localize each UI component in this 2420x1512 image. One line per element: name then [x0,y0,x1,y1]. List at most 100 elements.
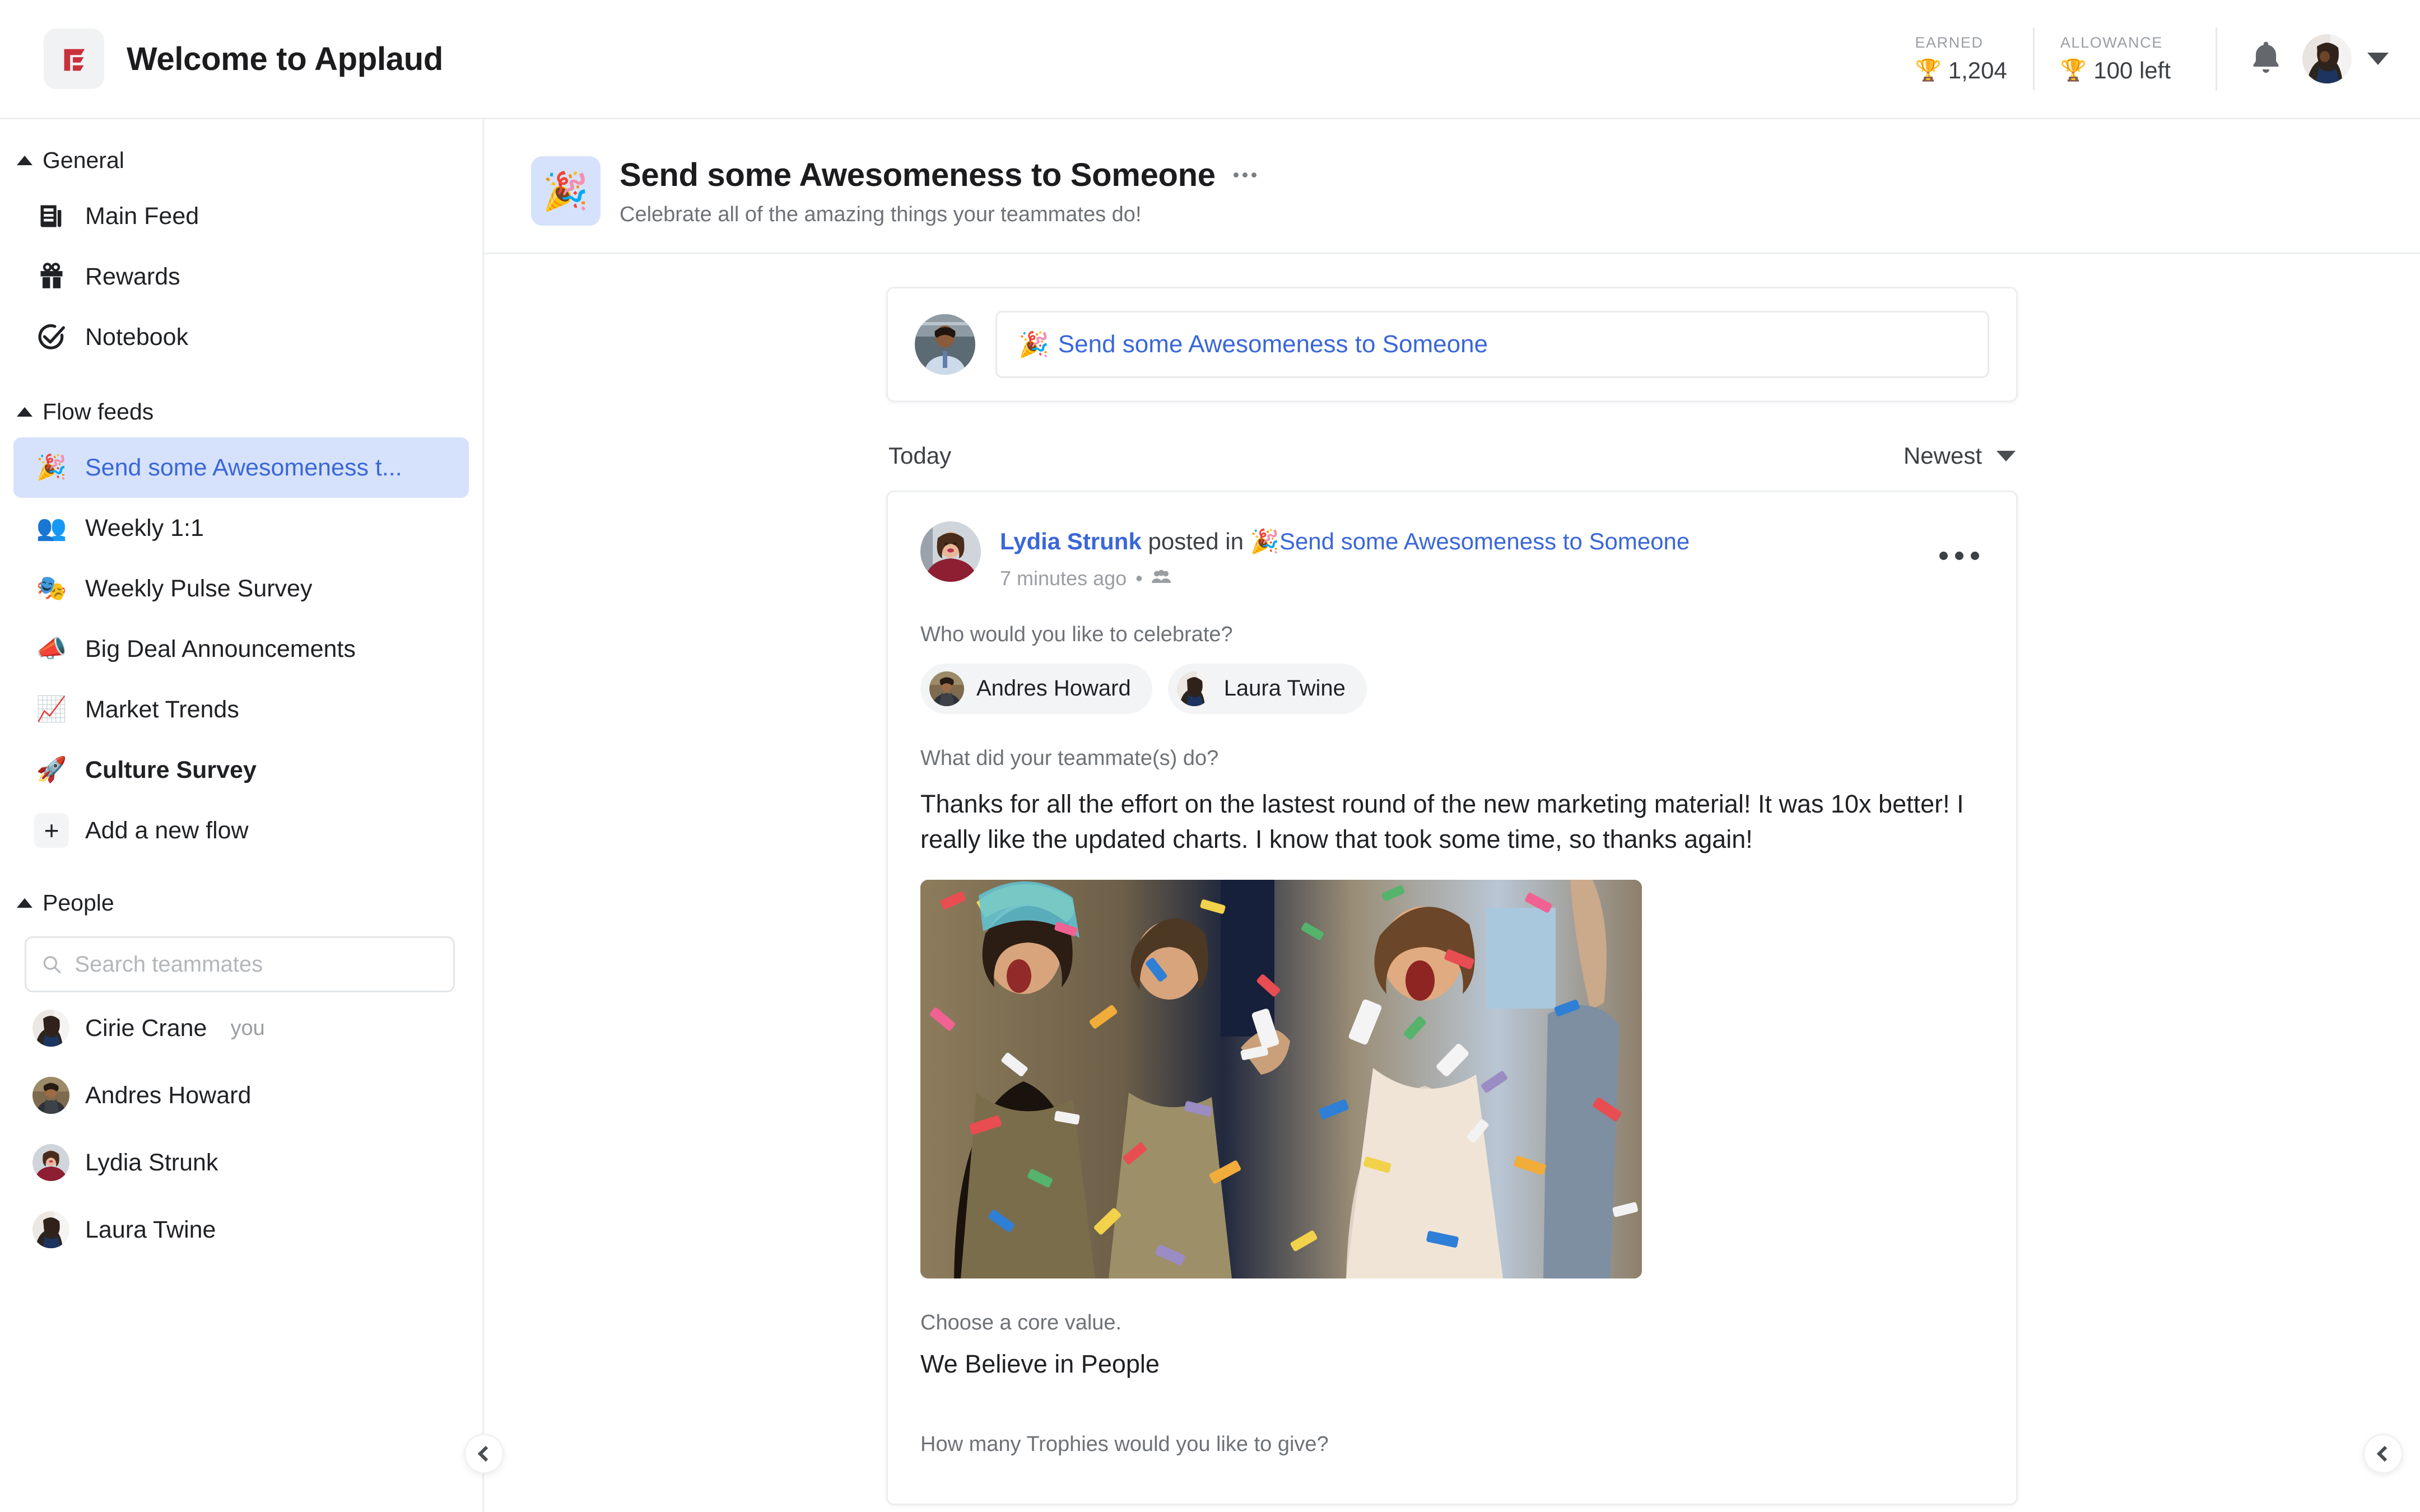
main-content: 🎉 Send some Awesomeness to Someone Celeb… [484,119,2420,1512]
collapse-sidebar-button[interactable] [466,1435,502,1472]
allowance-value-row: 🏆 100 left [2060,57,2171,84]
person-name: Lydia Strunk [85,1149,218,1176]
applaud-logo-glyph [64,49,85,71]
chip-label: Laura Twine [1223,676,1346,701]
sidebar-item-main-feed[interactable]: Main Feed [13,186,469,246]
flow-emoji: 🎉 [36,454,67,481]
avatar [915,314,975,375]
composer-input[interactable]: 🎉 Send some Awesomeness to Someone [995,311,1989,378]
list-item[interactable]: Lydia Strunk [0,1129,482,1196]
list-item[interactable]: Laura Twine [0,1196,482,1263]
earned-label: EARNED [1915,34,1984,51]
header-divider [2216,27,2217,90]
post-author-link[interactable]: Lydia Strunk [1000,528,1142,554]
gift-icon [35,262,68,291]
flow-header-emoji: 🎉 [542,170,589,212]
question-label: What did your teammate(s) do? [920,746,1219,770]
person-name: Andres Howard [85,1081,252,1109]
sidebar-item-rewards[interactable]: Rewards [13,246,469,307]
post-header: Lydia Strunk posted in 🎉Send some Awesom… [920,521,1984,590]
brand-area: Welcome to Applaud [0,29,443,89]
chevron-left-icon [477,1445,494,1462]
sidebar-section-flow-feeds[interactable]: Flow feeds [0,386,482,437]
flow-title-row: Send some Awesomeness to Someone [620,156,1260,194]
person-chip[interactable]: Laura Twine [1167,663,1367,714]
chevron-down-icon[interactable] [2367,53,2389,65]
flow-header: 🎉 Send some Awesomeness to Someone Celeb… [484,119,2420,254]
post-more-horizontal-icon[interactable] [1935,540,1984,571]
celebrated-people-chips: Andres Howard Laura Twine [920,663,1984,714]
sidebar-section-people[interactable]: People [0,878,482,928]
sort-dropdown[interactable]: Newest [1904,442,2016,469]
flow-emoji: 📣 [36,635,67,662]
sidebar-item-market-trends[interactable]: 📈 Market Trends [13,679,469,740]
app-root: Welcome to Applaud EARNED 🏆 1,204 ALLOWA… [0,0,2420,1512]
post-image [920,880,1642,1279]
search-teammates-wrap [0,928,482,995]
question-label: Who would you like to celebrate? [920,622,1233,646]
section-title-flow-feeds: Flow feeds [43,399,154,424]
add-new-flow-button[interactable]: + Add a new flow [13,800,469,861]
sidebar-item-label: Notebook [85,323,189,351]
posted-in-text: posted in [1148,528,1244,554]
composer-card: 🎉 Send some Awesomeness to Someone [886,287,2018,402]
section-title-people: People [43,890,114,916]
post-flow-link[interactable]: Send some Awesomeness to Someone [1279,528,1690,554]
avatar [929,671,964,706]
sidebar-item-send-some-awesomeness[interactable]: 🎉 Send some Awesomeness t... [13,437,469,498]
sidebar-section-general[interactable]: General [0,135,482,186]
sidebar-item-weekly-pulse-survey[interactable]: 🎭 Weekly Pulse Survey [13,558,469,619]
plus-icon-wrap: + [34,813,69,848]
sidebar-item-culture-survey[interactable]: 🚀 Culture Survey [13,740,469,800]
avatar[interactable] [920,521,981,582]
person-you-badge: you [230,1016,265,1040]
person-chip[interactable]: Andres Howard [920,663,1152,714]
top-header-bar: Welcome to Applaud EARNED 🏆 1,204 ALLOWA… [0,0,2420,119]
feed-scroll-area: 🎉 Send some Awesomeness to Someone Today… [484,254,2420,1512]
list-item[interactable]: Andres Howard [0,1062,482,1129]
sidebar-item-label: Weekly 1:1 [85,514,204,542]
triangle-up-icon [17,156,32,165]
triangle-up-icon [17,898,32,908]
post-bottom-spacer [920,1457,1984,1481]
flow-subtitle: Celebrate all of the amazing things your… [620,203,1142,226]
sidebar-item-big-deal-announcements[interactable]: 📣 Big Deal Announcements [13,619,469,679]
feed-meta-row: Today Newest [886,442,2018,469]
avatar [32,1077,69,1114]
bell-icon [2253,41,2279,73]
sidebar-item-label: Weekly Pulse Survey [85,575,313,602]
party-popper-icon: 🎉 [531,156,601,226]
avatar [32,1211,69,1248]
collapse-right-panel-button[interactable] [2365,1435,2402,1472]
sidebar: General Main Feed Rewards Notebook Flow … [0,119,484,1512]
allowance-stat[interactable]: ALLOWANCE 🏆 100 left [2032,27,2196,90]
sidebar-item-label: Rewards [85,263,180,290]
section-title-general: General [43,147,124,173]
sidebar-item-notebook[interactable]: Notebook [13,307,469,367]
user-avatar-image [2302,34,2352,83]
avatar [32,1144,69,1181]
confetti-celebration-photo[interactable] [920,880,1642,1279]
post-header-text: Lydia Strunk posted in 🎉Send some Awesom… [1000,521,1690,590]
trophy-icon: 🏆 [2060,58,2087,82]
sidebar-item-label: Main Feed [85,202,199,230]
busts-icon: 👥 [35,516,68,540]
post-byline: Lydia Strunk posted in 🎉Send some Awesom… [1000,527,1690,557]
trophy-icon: 🏆 [1915,58,1942,82]
page-title: Welcome to Applaud [127,40,443,77]
earned-stat[interactable]: EARNED 🏆 1,204 [1889,27,2032,90]
composer-prompt: Send some Awesomeness to Someone [1058,330,1488,358]
chevron-down-icon [1997,450,2016,461]
search-input[interactable] [75,951,439,977]
list-item[interactable]: Cirie Crane you [0,995,482,1062]
sidebar-item-label: Culture Survey [85,756,257,783]
more-horizontal-icon[interactable] [1230,166,1260,184]
sidebar-item-label: Big Deal Announcements [85,635,356,662]
avatar[interactable] [2302,34,2352,83]
sidebar-item-weekly-1-1[interactable]: 👥 Weekly 1:1 [13,498,469,558]
earned-amount: 1,204 [1948,57,2007,83]
search-box[interactable] [25,936,455,992]
check-circle-icon [35,322,68,352]
separator-dot: • [1135,566,1143,590]
notifications-button[interactable] [2241,34,2291,84]
